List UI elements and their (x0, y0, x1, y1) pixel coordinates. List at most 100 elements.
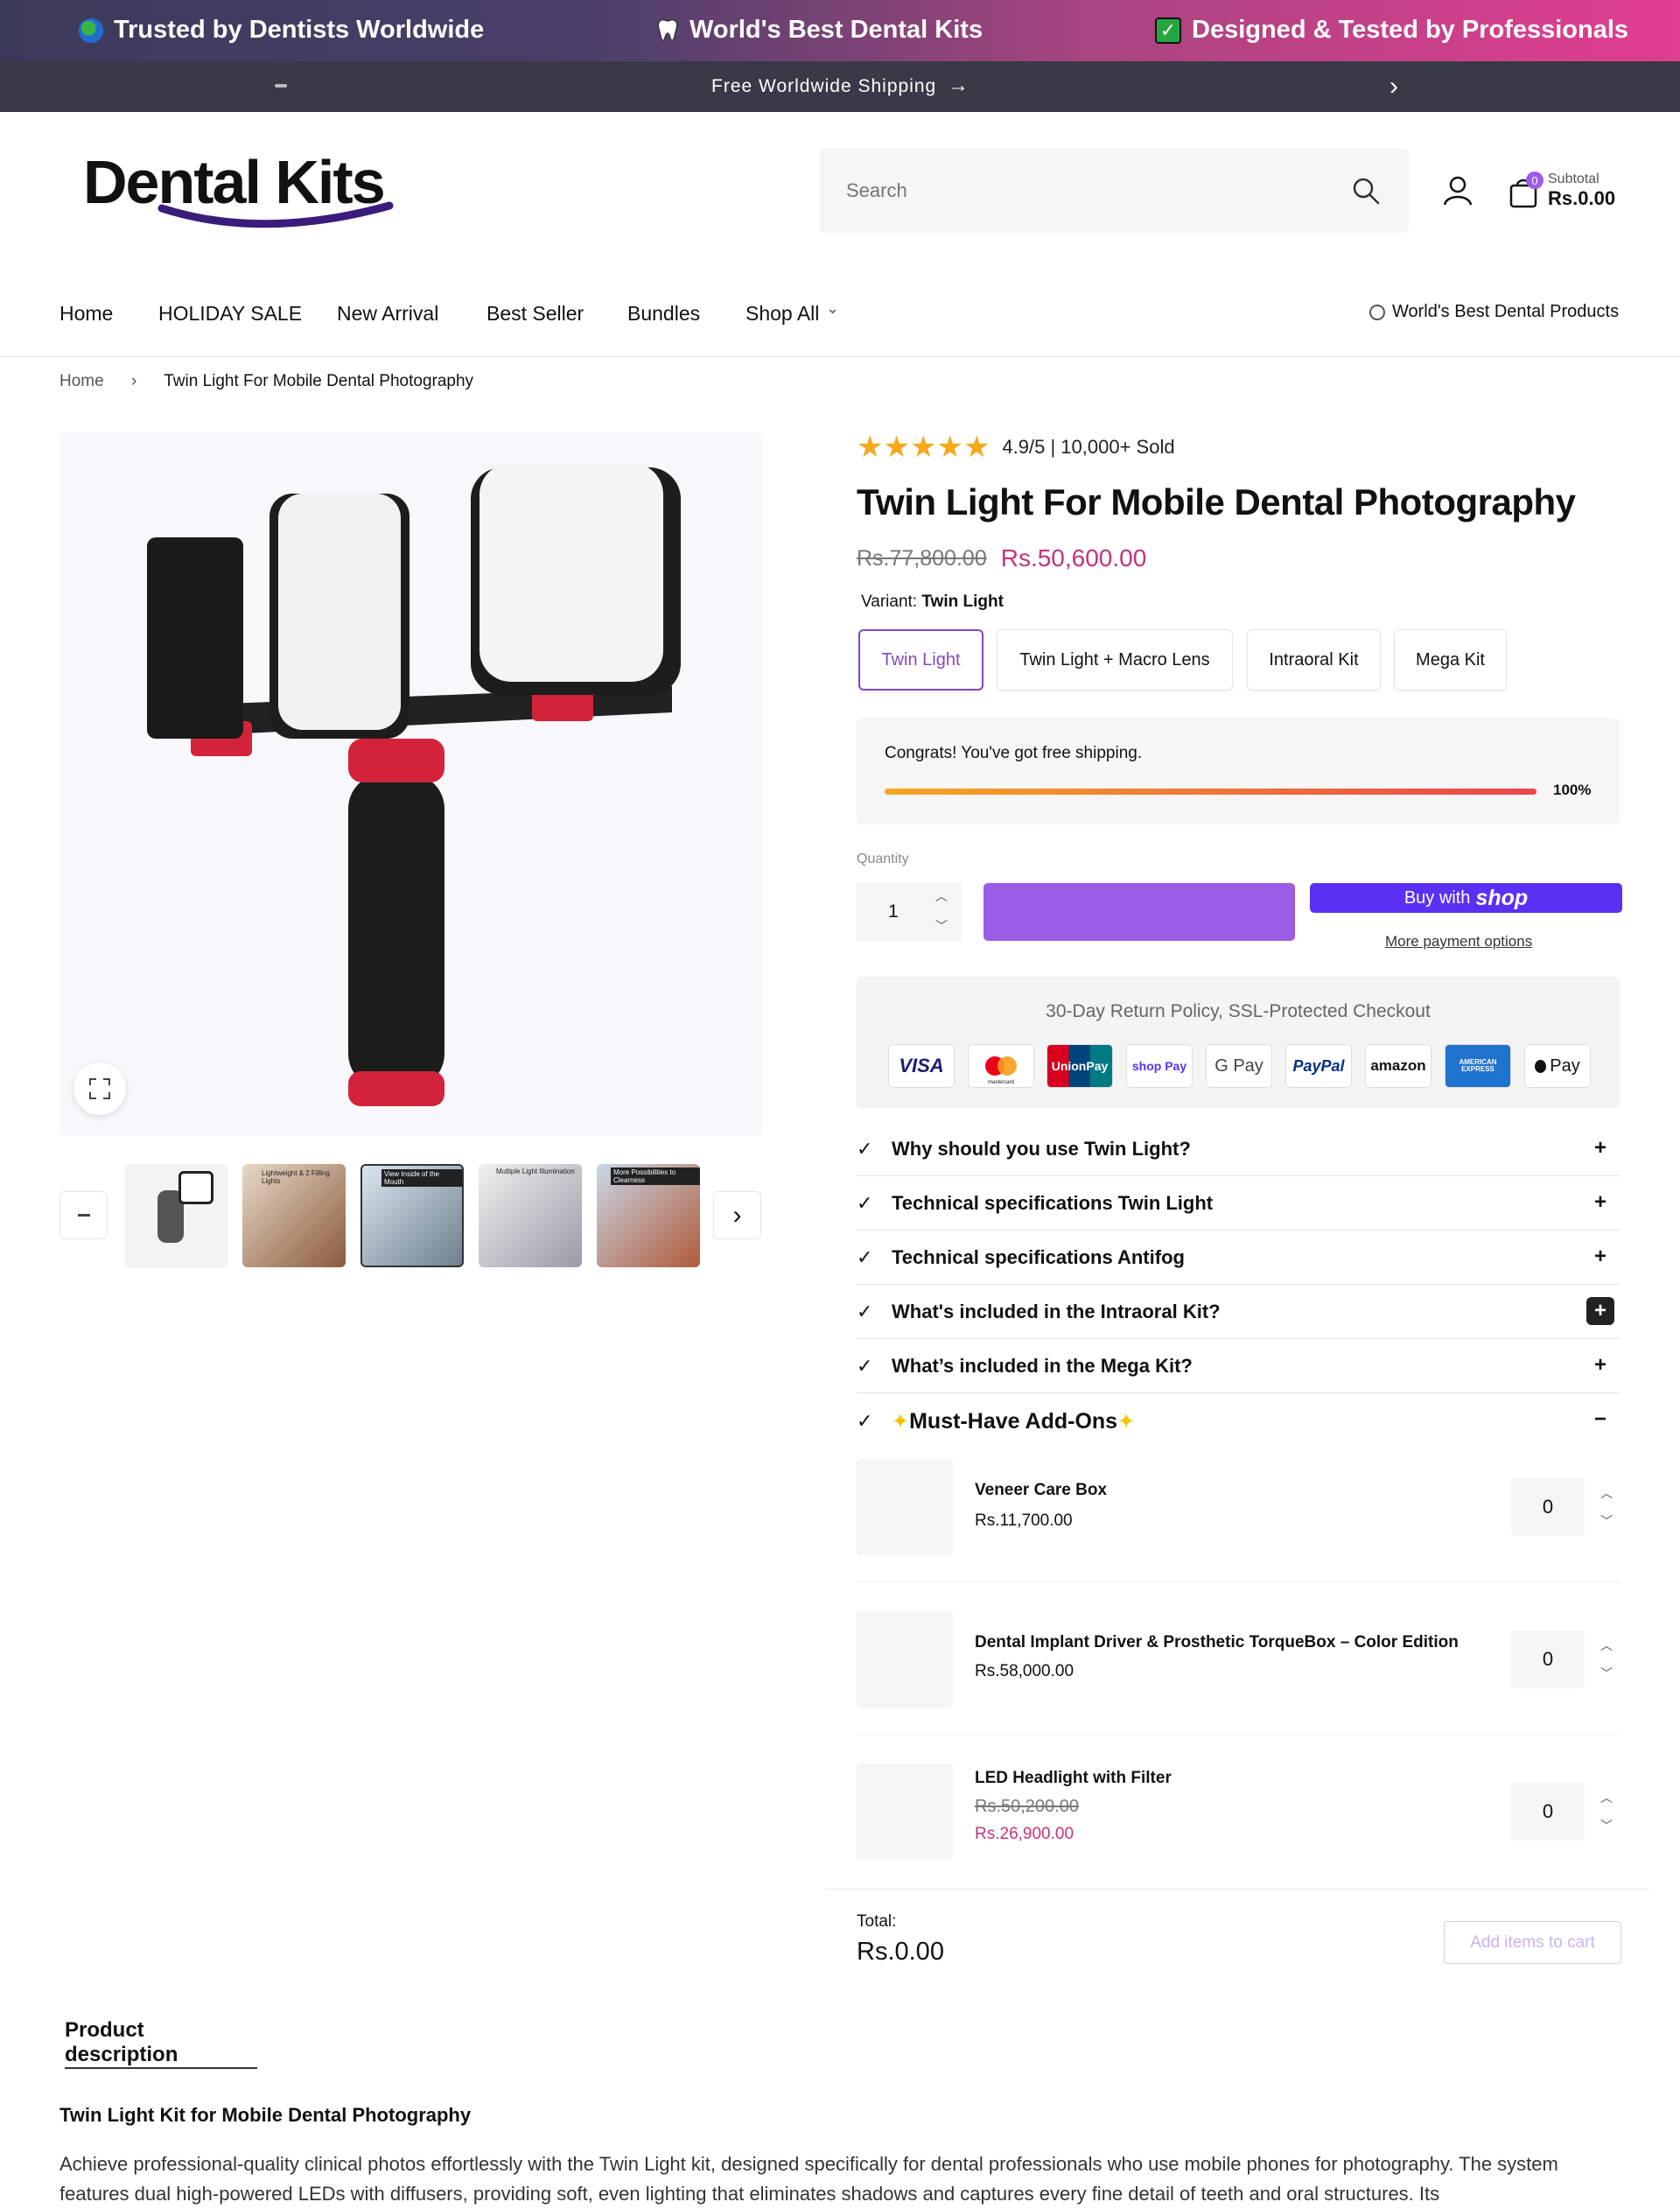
zoom-button[interactable] (74, 1062, 126, 1115)
chevron-up-icon[interactable]: ︿ (1593, 1480, 1620, 1506)
accordion-add-ons[interactable]: ✓ ✦ Must-Have Add-Ons ✦ − (857, 1393, 1620, 1449)
addon-name[interactable]: LED Headlight with Filter (975, 1769, 1172, 1788)
nav-home[interactable]: Home (60, 302, 113, 326)
quantity-down-button[interactable]: ﹀ (935, 917, 948, 935)
quantity-value[interactable]: 1 (888, 901, 899, 922)
quantity-label: Quantity (857, 852, 909, 866)
logo[interactable]: Dental Kits (83, 147, 394, 228)
star-icon: ★ (962, 431, 990, 464)
thumbnail-5[interactable]: More Possibilities to Clearness (597, 1164, 700, 1267)
accordion-tech-specs-twin-light[interactable]: ✓ Technical specifications Twin Light + (857, 1176, 1620, 1231)
addon-price: Rs.26,900.00 (975, 1825, 1074, 1843)
announcement-item-designed: ✓ Designed & Tested by Professionals (1155, 16, 1628, 45)
chevron-up-icon[interactable]: ︿ (1593, 1632, 1620, 1659)
chevron-down-icon[interactable]: ﹀ (1593, 1508, 1620, 1534)
plus-icon: + (1593, 1353, 1606, 1377)
tab-product-description[interactable]: Product description (65, 2018, 257, 2069)
addon-quantity-stepper[interactable]: 0 ︿ ﹀ (1511, 1630, 1620, 1688)
thumb-next-button[interactable]: › (713, 1191, 761, 1239)
shipping-progress-value: 100% (1553, 782, 1592, 798)
chevron-right-icon: › (130, 372, 137, 390)
plus-icon: + (1593, 1136, 1606, 1160)
chevron-down-icon[interactable]: ﹀ (1593, 1660, 1620, 1687)
quantity-up-button[interactable]: ︿ (935, 887, 948, 905)
paypal-icon: PayPal (1285, 1044, 1352, 1088)
addon-image[interactable] (857, 1764, 953, 1860)
chevron-down-icon[interactable]: ﹀ (1593, 1813, 1620, 1839)
nav-best-seller[interactable]: Best Seller (486, 302, 584, 326)
addon-quantity-stepper[interactable]: 0 ︿ ﹀ (1511, 1478, 1620, 1536)
shipping-progress-fill (885, 789, 1536, 795)
variant-label-row: Variant: Twin Light (861, 593, 1004, 611)
addon-quantity-stepper[interactable]: 0 ︿ ﹀ (1511, 1783, 1620, 1841)
thumbnail-3[interactable]: View Inside of the Mouth (360, 1164, 464, 1267)
accordion-intraoral-kit[interactable]: ✓ What's included in the Intraoral Kit? … (857, 1285, 1620, 1339)
apple-pay-icon: Pay (1524, 1044, 1591, 1088)
search-icon[interactable] (1352, 177, 1380, 205)
add-to-cart-button[interactable] (984, 883, 1295, 941)
visa-icon: VISA (888, 1044, 955, 1088)
quantity-stepper[interactable]: 1 ︿ ﹀ (857, 882, 962, 942)
tooth-icon (657, 18, 678, 41)
addon-divider (857, 1734, 1620, 1735)
check-icon: ✓ (857, 1137, 873, 1160)
accordion-tech-specs-antifog[interactable]: ✓ Technical specifications Antifog + (857, 1231, 1620, 1285)
variant-twin-light-macro[interactable]: Twin Light + Macro Lens (997, 629, 1233, 691)
cart-count-badge: 0 (1526, 172, 1544, 189)
thumb-prev-button[interactable] (60, 1191, 108, 1239)
addon-price: Rs.11,700.00 (975, 1511, 1073, 1530)
shipping-message: Congrats! You've got free shipping. (885, 744, 1143, 762)
addon-name[interactable]: Dental Implant Driver & Prosthetic Torqu… (975, 1633, 1459, 1652)
accordion-mega-kit[interactable]: ✓ What’s included in the Mega Kit? + (857, 1339, 1620, 1393)
star-icon: ★ (883, 431, 910, 464)
apple-icon (1535, 1059, 1547, 1073)
buy-with-shop-button[interactable]: Buy with shop (1310, 883, 1622, 913)
accordion-why-twin-light[interactable]: ✓ Why should you use Twin Light? + (857, 1122, 1620, 1176)
addon-name[interactable]: Veneer Care Box (975, 1481, 1107, 1500)
variant-mega-kit[interactable]: Mega Kit (1394, 629, 1507, 691)
cart-button[interactable]: 0 Subtotal Rs.0.00 (1508, 172, 1622, 215)
chevron-down-icon[interactable]: ⌄ (826, 299, 839, 318)
amex-icon: AMERICAN EXPRESS (1445, 1044, 1511, 1088)
globe-icon (79, 18, 103, 43)
nav-new-arrival[interactable]: New Arrival (337, 302, 438, 326)
more-payment-options-link[interactable]: More payment options (1385, 933, 1532, 950)
amazon-icon: amazon (1365, 1044, 1432, 1088)
search-bar[interactable] (820, 149, 1409, 233)
rating-text: 4.9/5 | 10,000+ Sold (1002, 436, 1175, 458)
variant-intraoral-kit[interactable]: Intraoral Kit (1247, 629, 1381, 691)
variant-selected: Twin Light (921, 593, 1004, 611)
arrow-right-icon: → (948, 74, 970, 97)
thumbnail-2[interactable]: Lightweight & 2 Filling Lights (242, 1164, 346, 1267)
addon-image[interactable] (857, 1611, 953, 1708)
chevron-up-icon[interactable]: ︿ (1593, 1785, 1620, 1811)
subtotal-value: Rs.0.00 (1548, 187, 1616, 209)
mastercard-icon: mastercard (968, 1044, 1034, 1088)
announcement-bar: Trusted by Dentists Worldwide World's Be… (0, 0, 1680, 61)
thumbnail-1[interactable] (124, 1164, 228, 1267)
product-main-image[interactable] (60, 432, 763, 1135)
breadcrumb-home[interactable]: Home (60, 372, 104, 390)
addon-image[interactable] (857, 1459, 953, 1555)
nav-holiday-sale[interactable]: HOLIDAY SALE (158, 302, 302, 326)
addon-quantity-value[interactable]: 0 (1511, 1783, 1585, 1841)
addon-quantity-value[interactable]: 0 (1511, 1478, 1585, 1536)
addon-quantity-value[interactable]: 0 (1511, 1630, 1585, 1688)
prev-announcement-button[interactable] (275, 84, 287, 88)
search-input[interactable] (846, 173, 1336, 208)
account-icon[interactable] (1443, 175, 1473, 207)
shipping-progress-track (885, 789, 1536, 795)
addon-item: LED Headlight with Filter Rs.50,200.00 R… (857, 1764, 1620, 1860)
minus-icon: − (1593, 1407, 1606, 1431)
addon-price: Rs.58,000.00 (975, 1662, 1074, 1680)
subtotal-label: Subtotal (1548, 172, 1600, 186)
add-items-to-cart-button[interactable]: Add items to cart (1444, 1921, 1621, 1964)
thumbnail-4[interactable]: Multiple Light Illumination (479, 1164, 582, 1267)
variant-twin-light[interactable]: Twin Light (858, 629, 984, 691)
shipping-text[interactable]: Free Worldwide Shipping (711, 76, 936, 97)
nav-bundles[interactable]: Bundles (627, 302, 700, 326)
next-announcement-button[interactable]: › (1390, 72, 1399, 102)
nav-shop-all[interactable]: Shop All (746, 302, 819, 326)
addon-divider (857, 1581, 1620, 1582)
expand-icon (89, 1078, 110, 1099)
